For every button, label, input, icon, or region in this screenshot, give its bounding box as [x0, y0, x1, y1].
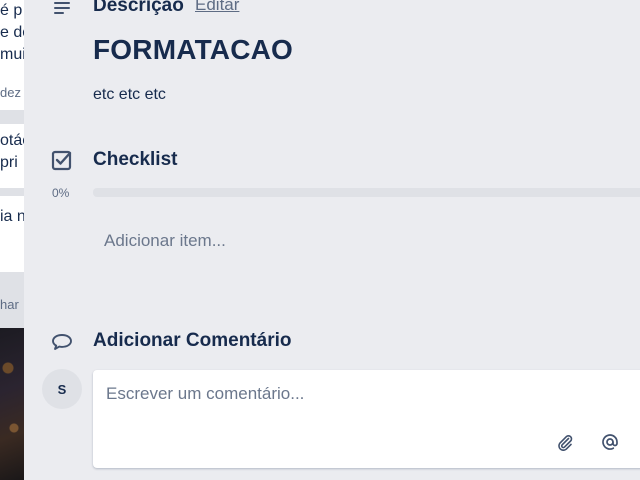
description-lines-icon	[50, 0, 74, 20]
card-meta: har	[0, 297, 19, 312]
card-detail-modal: Descrição Editar FORMATACAO etc etc etc …	[24, 0, 640, 480]
description-body[interactable]: etc etc etc	[93, 86, 166, 104]
description-title: Descrição	[93, 0, 184, 16]
card-text: e do	[0, 24, 24, 41]
comment-input[interactable]	[106, 382, 626, 406]
comment-bubble-icon	[50, 330, 74, 354]
background-card[interactable]: har	[0, 284, 24, 324]
background-card[interactable]: ia n	[0, 196, 24, 272]
at-sign-icon[interactable]	[599, 431, 621, 453]
checklist-progress-bar	[93, 188, 640, 197]
checklist-progress-label: 0%	[52, 186, 70, 200]
card-text: otác	[0, 132, 24, 149]
add-comment-title: Adicionar Comentário	[93, 330, 292, 351]
background-card[interactable]: otác pri	[0, 124, 24, 188]
background-card[interactable]: dez	[0, 70, 24, 110]
add-checklist-item-button[interactable]: Adicionar item...	[104, 231, 226, 251]
paperclip-icon[interactable]	[554, 431, 576, 453]
card-meta: dez	[0, 85, 21, 100]
background-card[interactable]: é p e do mui	[0, 0, 24, 70]
card-cover-image	[0, 328, 24, 480]
card-text: ia n	[0, 208, 24, 225]
checklist-title: Checklist	[93, 149, 178, 170]
description-heading[interactable]: FORMATACAO	[93, 34, 293, 66]
page: é p e do mui dez otác pri ia n har D	[0, 0, 640, 480]
card-text: é p	[0, 2, 23, 19]
edit-description-link[interactable]: Editar	[195, 0, 239, 15]
card-text: pri	[0, 154, 18, 171]
card-text: mui	[0, 46, 24, 63]
avatar[interactable]: S	[42, 369, 82, 409]
checkbox-icon	[50, 148, 74, 172]
comment-composer[interactable]	[93, 370, 640, 468]
background-list: é p e do mui dez otác pri ia n har	[0, 0, 24, 480]
